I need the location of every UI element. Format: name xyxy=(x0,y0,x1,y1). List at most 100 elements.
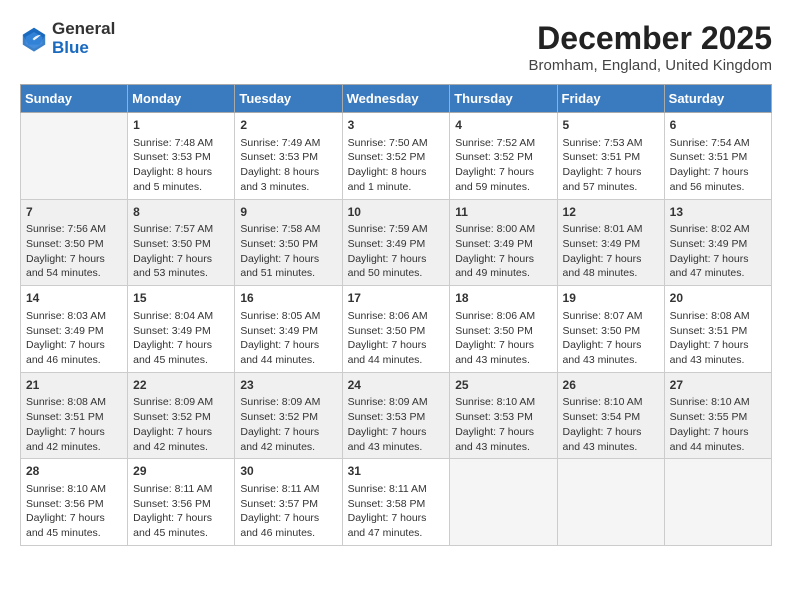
day-info-line: and 42 minutes. xyxy=(240,440,336,455)
day-number: 30 xyxy=(240,463,336,480)
day-info-line: Daylight: 7 hours xyxy=(670,165,766,180)
day-info-line: Sunset: 3:57 PM xyxy=(240,497,336,512)
day-info-line: Daylight: 7 hours xyxy=(133,338,229,353)
day-info-line: Sunset: 3:49 PM xyxy=(240,324,336,339)
day-info-line: Daylight: 7 hours xyxy=(133,252,229,267)
day-info-line: Sunset: 3:50 PM xyxy=(240,237,336,252)
title-section: December 2025 Bromham, England, United K… xyxy=(529,20,772,74)
header-wednesday: Wednesday xyxy=(342,85,450,113)
calendar-cell: 14Sunrise: 8:03 AMSunset: 3:49 PMDayligh… xyxy=(21,286,128,373)
week-row-4: 21Sunrise: 8:08 AMSunset: 3:51 PMDayligh… xyxy=(21,372,772,459)
week-row-1: 1Sunrise: 7:48 AMSunset: 3:53 PMDaylight… xyxy=(21,113,772,200)
day-info-line: Sunrise: 8:07 AM xyxy=(563,309,659,324)
day-number: 4 xyxy=(455,117,551,134)
day-info-line: Sunset: 3:49 PM xyxy=(26,324,122,339)
day-number: 17 xyxy=(348,290,445,307)
day-number: 24 xyxy=(348,377,445,394)
day-info-line: Daylight: 7 hours xyxy=(455,338,551,353)
day-info-line: Sunrise: 8:06 AM xyxy=(455,309,551,324)
day-info-line: Daylight: 7 hours xyxy=(670,252,766,267)
calendar-cell: 28Sunrise: 8:10 AMSunset: 3:56 PMDayligh… xyxy=(21,459,128,546)
day-info-line: Sunrise: 7:56 AM xyxy=(26,222,122,237)
calendar-cell: 22Sunrise: 8:09 AMSunset: 3:52 PMDayligh… xyxy=(128,372,235,459)
day-info-line: Sunset: 3:51 PM xyxy=(670,324,766,339)
day-info-line: Sunrise: 7:52 AM xyxy=(455,136,551,151)
day-info-line: and 57 minutes. xyxy=(563,180,659,195)
day-info-line: Sunrise: 8:10 AM xyxy=(26,482,122,497)
day-info-line: Sunset: 3:49 PM xyxy=(670,237,766,252)
day-info-line: Daylight: 7 hours xyxy=(240,511,336,526)
day-number: 16 xyxy=(240,290,336,307)
day-info-line: Sunset: 3:52 PM xyxy=(133,410,229,425)
day-info-line: Daylight: 7 hours xyxy=(348,425,445,440)
day-info-line: Sunrise: 8:09 AM xyxy=(348,395,445,410)
day-info-line: Sunrise: 8:09 AM xyxy=(240,395,336,410)
day-info-line: Daylight: 7 hours xyxy=(563,165,659,180)
day-number: 10 xyxy=(348,204,445,221)
page-header: General Blue December 2025 Bromham, Engl… xyxy=(20,20,772,74)
week-row-5: 28Sunrise: 8:10 AMSunset: 3:56 PMDayligh… xyxy=(21,459,772,546)
day-info-line: Daylight: 7 hours xyxy=(26,338,122,353)
header-monday: Monday xyxy=(128,85,235,113)
day-info-line: Sunrise: 7:54 AM xyxy=(670,136,766,151)
day-info-line: Sunset: 3:50 PM xyxy=(133,237,229,252)
day-number: 26 xyxy=(563,377,659,394)
day-info-line: Sunrise: 7:48 AM xyxy=(133,136,229,151)
week-row-2: 7Sunrise: 7:56 AMSunset: 3:50 PMDaylight… xyxy=(21,199,772,286)
day-number: 1 xyxy=(133,117,229,134)
day-info-line: Daylight: 7 hours xyxy=(133,511,229,526)
day-info-line: Sunrise: 8:11 AM xyxy=(133,482,229,497)
day-info-line: and 56 minutes. xyxy=(670,180,766,195)
logo-blue: Blue xyxy=(52,39,115,58)
day-info-line: Sunrise: 8:10 AM xyxy=(670,395,766,410)
day-info-line: Sunrise: 7:49 AM xyxy=(240,136,336,151)
day-number: 3 xyxy=(348,117,445,134)
day-info-line: Daylight: 7 hours xyxy=(670,338,766,353)
header-sunday: Sunday xyxy=(21,85,128,113)
calendar-cell: 7Sunrise: 7:56 AMSunset: 3:50 PMDaylight… xyxy=(21,199,128,286)
day-info-line: and 5 minutes. xyxy=(133,180,229,195)
calendar-table: SundayMondayTuesdayWednesdayThursdayFrid… xyxy=(20,84,772,546)
day-info-line: and 51 minutes. xyxy=(240,266,336,281)
day-info-line: Daylight: 8 hours xyxy=(133,165,229,180)
calendar-cell: 21Sunrise: 8:08 AMSunset: 3:51 PMDayligh… xyxy=(21,372,128,459)
day-info-line: Sunrise: 8:04 AM xyxy=(133,309,229,324)
calendar-subtitle: Bromham, England, United Kingdom xyxy=(529,57,772,74)
day-info-line: and 46 minutes. xyxy=(26,353,122,368)
calendar-cell: 23Sunrise: 8:09 AMSunset: 3:52 PMDayligh… xyxy=(235,372,342,459)
header-saturday: Saturday xyxy=(664,85,771,113)
day-info-line: Sunset: 3:53 PM xyxy=(455,410,551,425)
day-info-line: and 49 minutes. xyxy=(455,266,551,281)
day-info-line: Sunset: 3:50 PM xyxy=(348,324,445,339)
day-info-line: and 42 minutes. xyxy=(26,440,122,455)
calendar-cell: 31Sunrise: 8:11 AMSunset: 3:58 PMDayligh… xyxy=(342,459,450,546)
day-info-line: and 45 minutes. xyxy=(133,353,229,368)
day-info-line: Daylight: 8 hours xyxy=(240,165,336,180)
calendar-title: December 2025 xyxy=(529,20,772,57)
day-info-line: Sunset: 3:52 PM xyxy=(455,150,551,165)
day-info-line: Sunrise: 7:59 AM xyxy=(348,222,445,237)
day-info-line: and 42 minutes. xyxy=(133,440,229,455)
day-info-line: and 43 minutes. xyxy=(563,353,659,368)
day-info-line: Daylight: 7 hours xyxy=(455,252,551,267)
week-row-3: 14Sunrise: 8:03 AMSunset: 3:49 PMDayligh… xyxy=(21,286,772,373)
day-info-line: Daylight: 7 hours xyxy=(563,338,659,353)
day-info-line: Sunset: 3:50 PM xyxy=(455,324,551,339)
day-info-line: Sunset: 3:58 PM xyxy=(348,497,445,512)
day-number: 27 xyxy=(670,377,766,394)
day-info-line: Sunrise: 8:11 AM xyxy=(348,482,445,497)
day-info-line: Sunrise: 7:50 AM xyxy=(348,136,445,151)
day-info-line: Sunrise: 8:08 AM xyxy=(26,395,122,410)
day-number: 15 xyxy=(133,290,229,307)
day-info-line: Daylight: 8 hours xyxy=(348,165,445,180)
calendar-cell: 12Sunrise: 8:01 AMSunset: 3:49 PMDayligh… xyxy=(557,199,664,286)
calendar-cell: 20Sunrise: 8:08 AMSunset: 3:51 PMDayligh… xyxy=(664,286,771,373)
day-info-line: Sunrise: 8:10 AM xyxy=(455,395,551,410)
calendar-cell: 4Sunrise: 7:52 AMSunset: 3:52 PMDaylight… xyxy=(450,113,557,200)
day-number: 19 xyxy=(563,290,659,307)
calendar-cell: 24Sunrise: 8:09 AMSunset: 3:53 PMDayligh… xyxy=(342,372,450,459)
day-info-line: and 3 minutes. xyxy=(240,180,336,195)
calendar-cell: 25Sunrise: 8:10 AMSunset: 3:53 PMDayligh… xyxy=(450,372,557,459)
logo-general: General xyxy=(52,20,115,39)
logo: General Blue xyxy=(20,20,115,57)
